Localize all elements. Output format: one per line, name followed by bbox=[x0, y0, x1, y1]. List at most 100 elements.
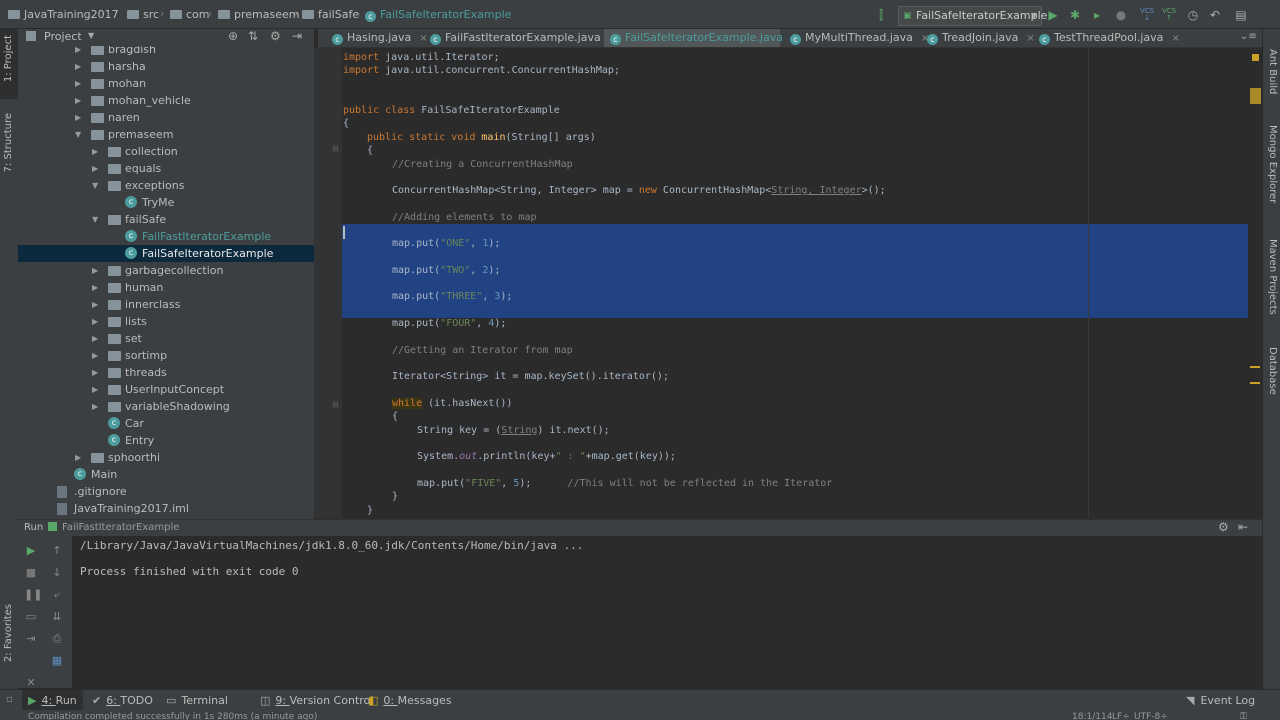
collapsed-arrow-icon[interactable]: ▶ bbox=[92, 381, 98, 398]
close-icon[interactable]: ✕ bbox=[24, 676, 38, 690]
project-tool-tab[interactable]: 1: Project bbox=[0, 29, 18, 99]
editor-tab[interactable]: c TestThreadPool.java × bbox=[1033, 29, 1181, 47]
tree-item[interactable]: c FailSafeIteratorExample bbox=[18, 245, 314, 262]
structure-tool-tab[interactable]: 7: Structure bbox=[3, 113, 14, 172]
breadcrumb-project[interactable]: JavaTraining2017 bbox=[8, 7, 119, 23]
revert-icon[interactable]: ↶ bbox=[1208, 8, 1222, 22]
build-icon[interactable]: ⫿ bbox=[874, 8, 888, 22]
tree-item[interactable]: ▶ mohan bbox=[18, 75, 314, 92]
scroll-up-icon[interactable]: ↑ bbox=[50, 544, 64, 558]
crosshair-icon[interactable]: ⊕ bbox=[228, 29, 238, 43]
hide-panel-icon[interactable]: ⇥ bbox=[292, 29, 302, 43]
dump-threads-icon[interactable]: ▭ bbox=[24, 610, 38, 624]
clear-all-icon[interactable]: ▦ bbox=[50, 654, 64, 668]
collapsed-arrow-icon[interactable]: ▶ bbox=[75, 109, 81, 126]
tree-item[interactable]: ▶ harsha bbox=[18, 58, 314, 75]
pause-icon[interactable]: ❚❚ bbox=[24, 588, 42, 602]
gear-icon[interactable]: ⚙ bbox=[270, 29, 281, 43]
tree-item[interactable]: ▼ failSafe bbox=[18, 211, 314, 228]
editor-scrollbar[interactable] bbox=[1248, 48, 1262, 518]
fold-marker-icon[interactable]: ⊟ bbox=[332, 144, 339, 153]
exit-icon[interactable]: ⇥ bbox=[24, 632, 38, 646]
chevron-down-icon[interactable]: ▼ bbox=[88, 31, 94, 40]
file-encoding[interactable]: UTF-8÷ bbox=[1134, 712, 1168, 720]
lock-icon[interactable]: ⚿ bbox=[1240, 712, 1247, 720]
ant-build-tool-tab[interactable]: Ant Build bbox=[1267, 49, 1278, 94]
collapsed-arrow-icon[interactable]: ▶ bbox=[92, 313, 98, 330]
vcs-update-icon[interactable]: VCS ↓ bbox=[1140, 8, 1154, 22]
tree-item[interactable]: ▶ UserInputConcept bbox=[18, 381, 314, 398]
tree-item[interactable]: ▶ equals bbox=[18, 160, 314, 177]
tree-item[interactable]: c TryMe bbox=[18, 194, 314, 211]
status-message[interactable]: Compilation completed successfully in 1s… bbox=[28, 712, 317, 720]
editor-tab[interactable]: c TreadJoin.java × bbox=[921, 29, 1035, 47]
collapsed-arrow-icon[interactable]: ▶ bbox=[75, 58, 81, 75]
tree-item[interactable]: ▶ mohan_vehicle bbox=[18, 92, 314, 109]
breadcrumb-com[interactable]: com bbox=[170, 7, 210, 23]
tree-item[interactable]: ▶ lists bbox=[18, 313, 314, 330]
tool-window-tab[interactable]: ◫ 9: Version Control bbox=[254, 690, 379, 711]
run-icon[interactable]: ▶ bbox=[1046, 8, 1060, 22]
fold-marker-icon[interactable]: ⊟ bbox=[332, 400, 339, 409]
database-tool-tab[interactable]: Database bbox=[1267, 347, 1278, 395]
tree-item[interactable]: .gitignore bbox=[18, 483, 314, 500]
breadcrumb-premaseem[interactable]: premaseem bbox=[218, 7, 299, 23]
collapsed-arrow-icon[interactable]: ▶ bbox=[92, 398, 98, 415]
editor-tab[interactable]: c MyMultiThread.java × bbox=[784, 29, 929, 47]
tab-list-icon[interactable]: ⌄≡ bbox=[1240, 31, 1257, 42]
collapsed-arrow-icon[interactable]: ▶ bbox=[92, 330, 98, 347]
collapsed-arrow-icon[interactable]: ▶ bbox=[92, 143, 98, 160]
tree-item[interactable]: ▶ variableShadowing bbox=[18, 398, 314, 415]
tree-item[interactable]: JavaTraining2017.iml bbox=[18, 500, 314, 517]
favorites-tool-tab[interactable]: 2: Favorites bbox=[3, 604, 14, 662]
maven-projects-tool-tab[interactable]: Maven Projects bbox=[1267, 239, 1278, 315]
project-panel-title[interactable]: Project bbox=[44, 30, 82, 43]
expanded-arrow-icon[interactable]: ▼ bbox=[92, 211, 98, 228]
debug-icon[interactable]: ✱ bbox=[1068, 8, 1082, 22]
editor-tab[interactable]: cFailSafeIteratorExample.java× bbox=[604, 29, 799, 47]
expanded-arrow-icon[interactable]: ▼ bbox=[75, 126, 81, 143]
collapsed-arrow-icon[interactable]: ▶ bbox=[92, 296, 98, 313]
tree-item[interactable]: ▶ innerclass bbox=[18, 296, 314, 313]
breadcrumb-failsafe[interactable]: failSafe bbox=[302, 7, 359, 23]
history-icon[interactable]: ◷ bbox=[1186, 8, 1200, 22]
mongo-explorer-tool-tab[interactable]: Mongo Explorer bbox=[1267, 125, 1278, 203]
run-configuration-select[interactable]: ▣ FailSafeIteratorExample ▼ bbox=[898, 6, 1047, 26]
scroll-thumb-marker[interactable] bbox=[1250, 88, 1261, 104]
toggle-panels-icon[interactable]: ▫ bbox=[6, 694, 13, 705]
editor-tab[interactable]: c Hasing.java × bbox=[326, 29, 428, 47]
tree-item[interactable]: ▶ human bbox=[18, 279, 314, 296]
gear-icon[interactable]: ⚙ bbox=[1218, 520, 1229, 534]
tool-window-tab[interactable]: ▶ 4: Run bbox=[22, 690, 83, 711]
tree-item[interactable]: c FailFastIteratorExample bbox=[18, 228, 314, 245]
scroll-down-icon[interactable]: ↓ bbox=[50, 566, 64, 580]
collapsed-arrow-icon[interactable]: ▶ bbox=[92, 347, 98, 364]
tool-window-tab[interactable]: ◧ 0: Messages bbox=[362, 690, 458, 711]
tree-item[interactable]: ▼ exceptions bbox=[18, 177, 314, 194]
soft-wrap-icon[interactable]: ⤶ bbox=[50, 588, 64, 602]
breadcrumb-class[interactable]: c FailSafeIteratorExample bbox=[365, 7, 511, 23]
tree-item[interactable]: ▶ sphoorthi bbox=[18, 449, 314, 466]
tree-item[interactable]: c Main bbox=[18, 466, 314, 483]
collapsed-arrow-icon[interactable]: ▶ bbox=[75, 75, 81, 92]
tree-item[interactable]: ▶ garbagecollection bbox=[18, 262, 314, 279]
tree-item[interactable]: c Entry bbox=[18, 432, 314, 449]
close-icon[interactable]: × bbox=[1171, 33, 1179, 44]
collapsed-arrow-icon[interactable]: ▶ bbox=[92, 160, 98, 177]
search-everywhere-icon[interactable]: ▤ bbox=[1234, 8, 1248, 22]
rerun-icon[interactable]: ▶ bbox=[24, 544, 38, 558]
breadcrumb-src[interactable]: src bbox=[127, 7, 159, 23]
tree-item[interactable]: ▶ collection bbox=[18, 143, 314, 160]
scroll-to-end-icon[interactable]: ⇊ bbox=[50, 610, 64, 624]
hide-panel-icon[interactable]: ⇤ bbox=[1238, 520, 1248, 534]
collapsed-arrow-icon[interactable]: ▶ bbox=[92, 262, 98, 279]
collapsed-arrow-icon[interactable]: ▶ bbox=[92, 364, 98, 381]
editor-tab[interactable]: cFailFastIteratorExample.java× bbox=[424, 29, 617, 47]
warning-stripe[interactable] bbox=[1250, 382, 1260, 384]
event-log-tab[interactable]: ◥ Event Log bbox=[1186, 690, 1255, 711]
tree-item[interactable]: ▶ sortimp bbox=[18, 347, 314, 364]
stop-icon[interactable]: ■ bbox=[24, 566, 38, 580]
collapsed-arrow-icon[interactable]: ▶ bbox=[75, 449, 81, 466]
collapse-icon[interactable]: ⇅ bbox=[248, 29, 258, 43]
collapsed-arrow-icon[interactable]: ▶ bbox=[92, 279, 98, 296]
